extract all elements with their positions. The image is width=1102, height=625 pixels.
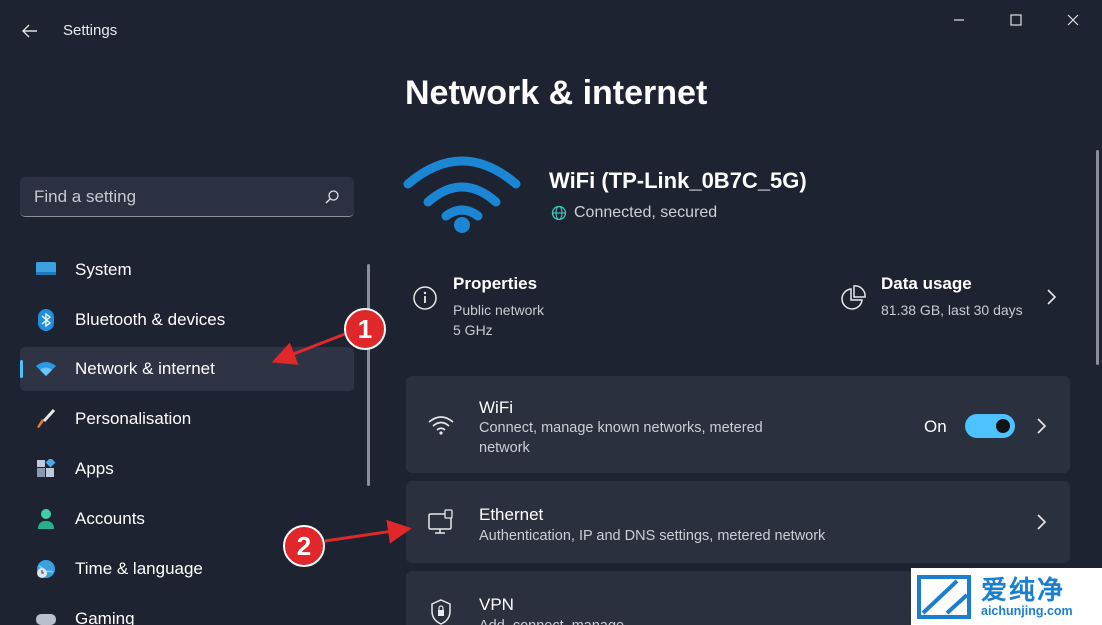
arrow-to-network	[271, 332, 346, 365]
arrow-to-ethernet	[324, 519, 412, 544]
watermark-url: aichunjing.com	[981, 603, 1073, 618]
annotation-arrows	[271, 332, 412, 544]
watermark-logo-icon	[917, 574, 971, 619]
watermark-cn: 爱纯净	[981, 574, 1066, 605]
watermark: 爱纯净 aichunjing.com	[911, 568, 1102, 625]
annotation-marker-2: 2	[283, 525, 325, 567]
annotation-marker-1: 1	[344, 308, 386, 350]
